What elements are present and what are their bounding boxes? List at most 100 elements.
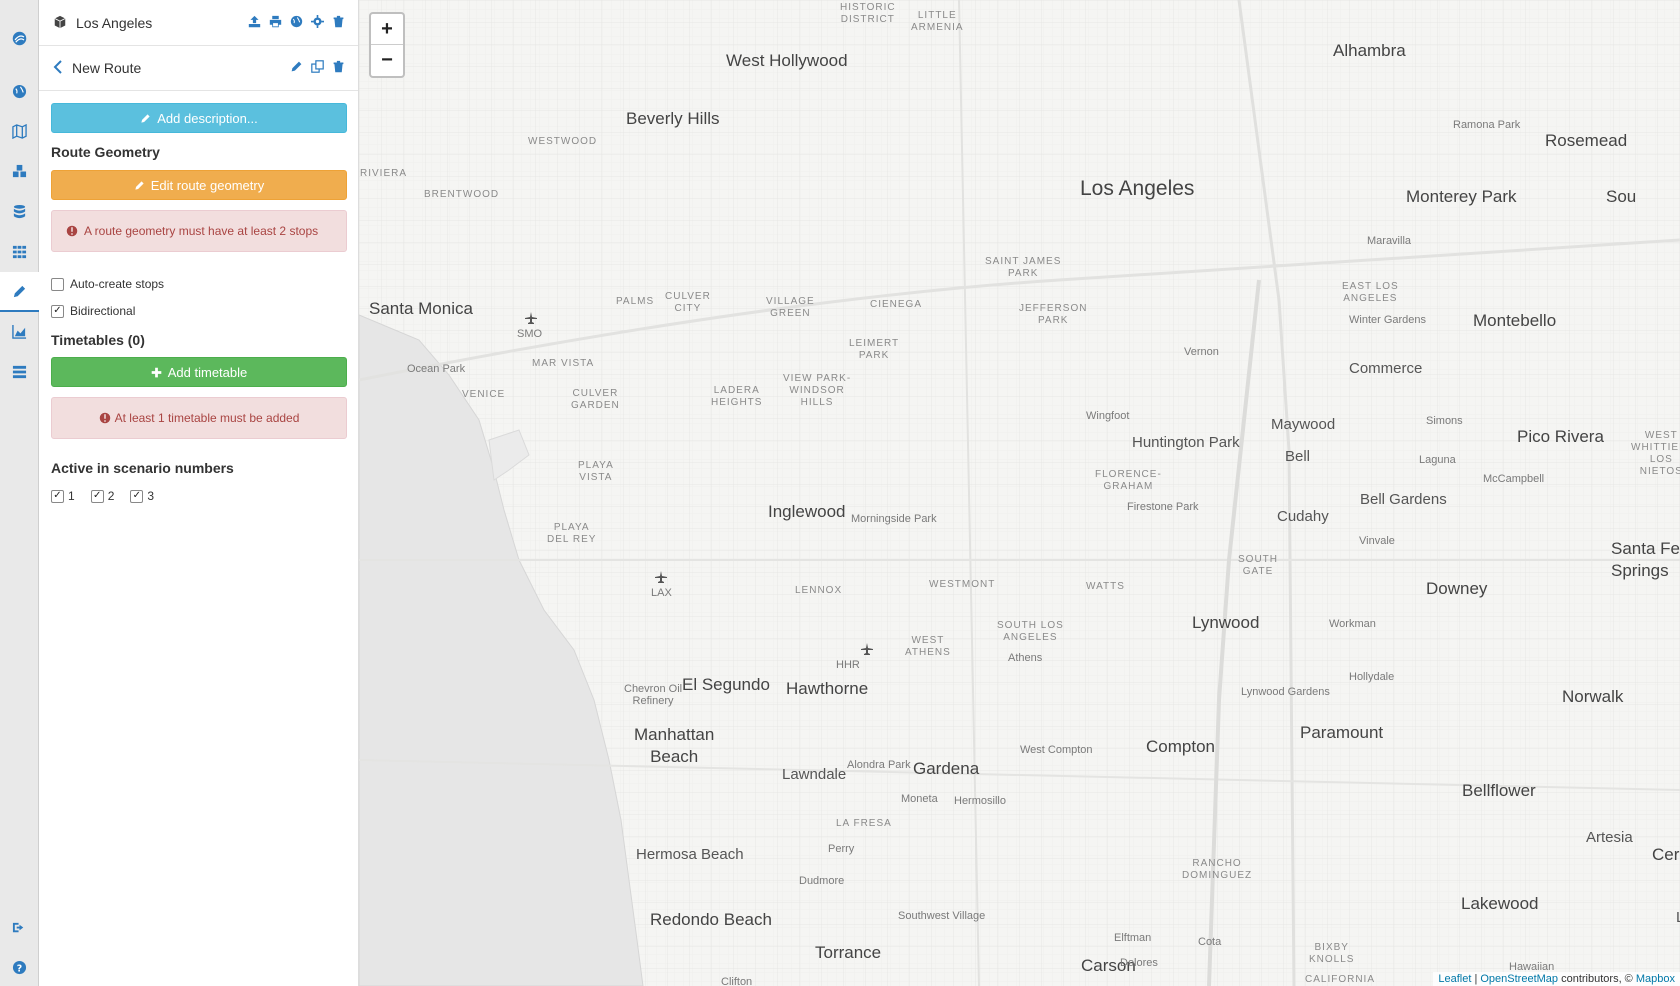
map-label: VIEW PARK- WINDSOR HILLS [783, 373, 852, 408]
globe-action-icon[interactable] [289, 14, 304, 29]
map-label: Compton [1146, 737, 1215, 756]
zoom-out-button[interactable]: − [371, 45, 403, 75]
edit-route-geometry-button[interactable]: Edit route geometry [51, 170, 347, 200]
map-label: Los Angeles [1080, 177, 1195, 200]
geometry-error-alert: A route geometry must have at least 2 st… [51, 210, 347, 252]
map-label: Hollydale [1349, 671, 1395, 683]
scenario-1-checkbox[interactable]: ✓ [51, 489, 64, 503]
map-label: WESTMONT [929, 579, 996, 590]
area-chart-icon[interactable] [0, 312, 38, 350]
bidirectional-option[interactable]: ✓ Bidirectional [51, 304, 135, 318]
auto-create-stops-option[interactable]: Auto-create stops [51, 277, 164, 291]
cube-icon [53, 15, 67, 29]
scenario-3-checkbox[interactable]: ✓ [130, 489, 144, 503]
upload-icon[interactable] [247, 14, 262, 29]
scenario-checkboxes: ✓ 1 ✓ 2 ✓ 3 [51, 489, 154, 503]
geometry-error-text: A route geometry must have at least 2 st… [84, 224, 319, 238]
timetable-error-text: At least 1 timetable must be added [114, 411, 300, 425]
map-label: HISTORIC DISTRICT [840, 2, 896, 25]
map-label: Wingfoot [1086, 410, 1130, 422]
map-label: Cer [1652, 845, 1680, 864]
map-label: Alhambra [1333, 41, 1406, 60]
map-icon[interactable] [0, 112, 38, 150]
gear-icon[interactable] [310, 14, 325, 29]
map-label: CULVER GARDEN [571, 388, 620, 411]
pencil-icon [135, 180, 144, 190]
map-label: Athens [1008, 652, 1043, 664]
map-label: CIENEGA [870, 299, 923, 310]
mapbox-link[interactable]: Mapbox [1636, 973, 1675, 985]
map-label: Hermosillo [954, 795, 1006, 807]
map-label: EAST LOS ANGELES [1342, 281, 1399, 304]
edit-route-icon[interactable] [289, 59, 304, 74]
map-label: BIXBY KNOLLS [1309, 942, 1355, 965]
scenario-3-label: 3 [147, 489, 155, 503]
map-label: Torrance [815, 943, 882, 962]
route-editor-panel: Los Angeles New Route Add description...… [39, 0, 359, 986]
print-icon[interactable] [268, 14, 283, 29]
map-label: CULVER CITY [665, 291, 711, 314]
auto-create-stops-checkbox[interactable] [51, 277, 64, 291]
chevron-left-icon[interactable] [53, 60, 63, 74]
airport-icon [861, 643, 873, 655]
map-label: Bell [1285, 448, 1311, 465]
map-label: Clifton [721, 976, 753, 986]
map-label: Manhattan Beach [634, 725, 715, 766]
app-logo-icon[interactable] [0, 19, 38, 57]
map-attribution: Leaflet | OpenStreetMap contributors, © … [1433, 972, 1680, 986]
map-label: PLAYA DEL REY [547, 522, 597, 545]
pencil-icon[interactable] [0, 272, 39, 312]
map-label: SOUTH GATE [1238, 554, 1278, 577]
map-label: Ramona Park [1453, 119, 1521, 131]
map-label: FLORENCE- GRAHAM [1095, 469, 1162, 492]
table-icon[interactable] [0, 352, 38, 390]
route-header: New Route [39, 45, 358, 91]
leaflet-link[interactable]: Leaflet [1438, 973, 1471, 985]
map-label: LA FRESA [836, 818, 892, 829]
bidirectional-label: Bidirectional [70, 304, 136, 318]
map-label: Artesia [1586, 829, 1633, 846]
add-timetable-button[interactable]: Add timetable [51, 357, 347, 387]
map-label: Bellflower [1462, 781, 1536, 800]
osm-link[interactable]: OpenStreetMap [1480, 973, 1558, 985]
add-description-button[interactable]: Add description... [51, 103, 347, 133]
copy-icon[interactable] [310, 59, 325, 74]
map-label: Vinvale [1359, 535, 1395, 547]
sign-out-icon[interactable] [0, 908, 38, 946]
map-label: Cota [1198, 936, 1222, 948]
database-icon[interactable] [0, 192, 38, 230]
map-label: Dolores [1120, 957, 1158, 969]
delete-route-icon[interactable] [331, 59, 346, 74]
help-icon[interactable]: ? [0, 948, 38, 986]
map-label: Gardena [913, 759, 980, 778]
map-label: Perry [828, 843, 855, 855]
globe-icon[interactable] [0, 72, 38, 110]
map-label: MAR VISTA [532, 358, 595, 369]
map-label: Downey [1426, 579, 1488, 598]
map-label: West Hollywood [726, 51, 848, 70]
map-label: LEIMERT PARK [849, 338, 900, 361]
map-label: Alondra Park [847, 759, 911, 771]
map-view[interactable]: + − HISTORIC DISTRICT LITTLE ARMENIA Wes… [359, 0, 1680, 986]
grid-icon[interactable] [0, 232, 38, 270]
map-label: PLAYA VISTA [578, 460, 614, 483]
trash-icon[interactable] [331, 14, 346, 29]
airport-icon [655, 571, 667, 583]
scenario-2-checkbox[interactable]: ✓ [90, 489, 104, 503]
map-label: Lynwood Gardens [1241, 686, 1330, 698]
exclamation-circle-icon [66, 225, 78, 237]
map-label: Morningside Park [851, 513, 937, 525]
timetable-error-alert: At least 1 timetable must be added [51, 397, 347, 439]
map-label: Maravilla [1367, 235, 1412, 247]
map-label: WESTWOOD [528, 136, 598, 147]
cubes-icon[interactable] [0, 152, 38, 190]
zoom-in-button[interactable]: + [371, 14, 403, 45]
add-timetable-label: Add timetable [167, 364, 248, 380]
timetables-heading: Timetables (0) [51, 332, 145, 348]
bidirectional-checkbox[interactable]: ✓ [51, 304, 64, 318]
map-label: WEST ATHENS [905, 635, 951, 658]
pencil-icon [141, 113, 150, 123]
map-label: West Compton [1020, 744, 1093, 756]
map-label: Santa Monica [369, 299, 473, 318]
map-label: SOUTH LOS ANGELES [997, 620, 1064, 643]
